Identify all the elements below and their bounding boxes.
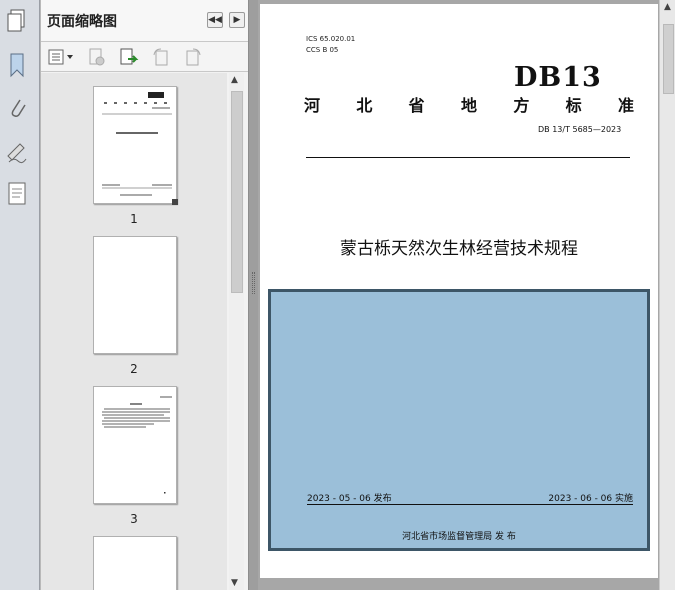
thumbnail-cover-preview xyxy=(102,92,178,205)
effective-date: 2023 - 06 - 06 实施 xyxy=(548,494,633,504)
attachments-icon[interactable] xyxy=(6,95,28,121)
thumbnail-label: 3 xyxy=(130,512,138,526)
signatures-icon[interactable] xyxy=(6,138,28,164)
thumbnail-label: 2 xyxy=(130,362,138,376)
bookmarks-icon[interactable] xyxy=(6,52,28,78)
thumbnail-page-1[interactable] xyxy=(93,86,178,205)
thumbnails-panel: 页面缩略图 ◀◀ ▶ 1 2 3 ▲ ▼ xyxy=(41,0,249,590)
thumbnails-scrollbar[interactable]: ▲ ▼ xyxy=(229,73,244,590)
panel-splitter[interactable] xyxy=(249,0,258,590)
cover-block: 2023 - 05 - 06 发布 2023 - 06 - 06 实施 河北省市… xyxy=(268,289,650,551)
thumbnail-page-3[interactable] xyxy=(93,386,177,504)
ccs-code: CCS B 05 xyxy=(306,46,339,54)
expand-panel-button[interactable]: ▶ xyxy=(229,12,245,28)
scrollbar-thumb[interactable] xyxy=(663,24,674,94)
standard-category: 河 北 省 地 方 标 准 xyxy=(304,92,634,116)
rotate-counterclockwise-icon[interactable] xyxy=(151,47,171,67)
thumbnail-page-4[interactable] xyxy=(93,536,177,590)
panel-header: 页面缩略图 ◀◀ ▶ xyxy=(41,0,248,42)
thumbnail-page-2[interactable] xyxy=(93,236,177,354)
date-divider xyxy=(307,504,633,505)
document-page: ICS 65.020.01 CCS B 05 DB13 河 北 省 地 方 标 … xyxy=(260,4,658,578)
options-menu-icon[interactable] xyxy=(47,47,75,67)
header-divider xyxy=(306,157,630,158)
scroll-up-arrow[interactable]: ▲ xyxy=(231,75,238,85)
category-char: 河 xyxy=(304,96,321,115)
rotate-clockwise-icon[interactable] xyxy=(183,47,203,67)
scroll-down-arrow[interactable]: ▼ xyxy=(231,578,238,588)
insert-pages-icon[interactable] xyxy=(119,47,139,67)
db-logo: DB13 xyxy=(514,62,602,93)
collapse-panel-button[interactable]: ◀◀ xyxy=(207,12,223,28)
category-char: 北 xyxy=(356,96,373,115)
page-info-icon[interactable] xyxy=(6,181,28,207)
standard-number: DB 13/T 5685—2023 xyxy=(538,125,622,134)
delete-pages-icon[interactable] xyxy=(87,47,107,67)
category-char: 地 xyxy=(460,96,477,115)
scroll-up-arrow[interactable]: ▲ xyxy=(664,2,671,12)
ics-code: ICS 65.020.01 xyxy=(306,35,356,43)
category-char: 准 xyxy=(617,96,634,115)
document-view: ICS 65.020.01 CCS B 05 DB13 河 北 省 地 方 标 … xyxy=(258,0,659,590)
thumbnail-label: 1 xyxy=(130,212,138,226)
document-title: 蒙古栎天然次生林经营技术规程 xyxy=(340,239,578,259)
category-char: 省 xyxy=(408,96,425,115)
category-char: 标 xyxy=(565,96,582,115)
navigation-rail xyxy=(0,0,40,590)
category-char: 方 xyxy=(513,96,530,115)
publisher: 河北省市场监督管理局 发 布 xyxy=(402,532,516,542)
document-scrollbar[interactable]: ▲ xyxy=(659,0,675,590)
page-thumbnails-icon[interactable] xyxy=(6,8,28,34)
panel-title: 页面缩略图 xyxy=(47,14,117,30)
thumbnails-toolbar xyxy=(41,42,248,72)
thumbnail-list: 1 2 3 xyxy=(41,73,227,590)
scrollbar-thumb[interactable] xyxy=(231,91,243,293)
issue-date: 2023 - 05 - 06 发布 xyxy=(307,494,392,504)
thumbnail-text-preview xyxy=(102,396,172,494)
